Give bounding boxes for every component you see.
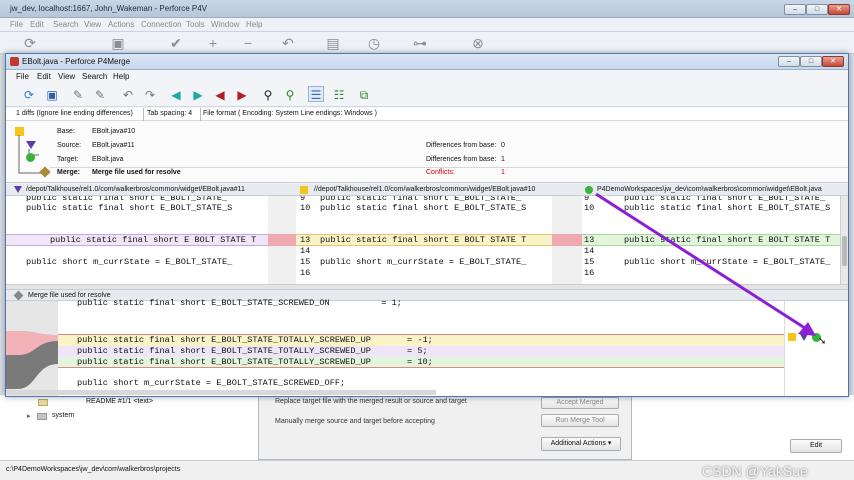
- annotation-arrow: [595, 192, 816, 336]
